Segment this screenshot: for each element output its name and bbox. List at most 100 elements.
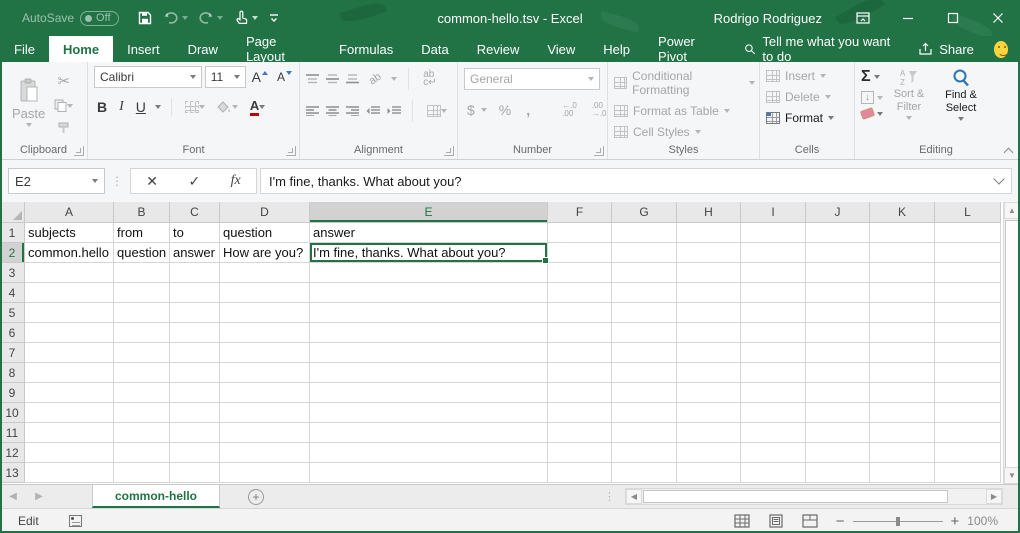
horizontal-scrollbar[interactable]: ◀ ▶ — [625, 488, 1003, 505]
cell-D9[interactable] — [220, 383, 310, 403]
feedback-smiley-icon[interactable] — [994, 41, 1008, 58]
cell-C12[interactable] — [170, 443, 220, 463]
cell-K2[interactable] — [870, 243, 935, 263]
enter-entry-button[interactable]: ✓ — [188, 173, 200, 190]
cell-E6[interactable] — [310, 323, 548, 343]
name-box-dropdown-icon[interactable] — [92, 179, 98, 183]
cell-D10[interactable] — [220, 403, 310, 423]
clear-button[interactable] — [861, 109, 883, 118]
paste-dropdown-icon[interactable] — [26, 123, 32, 127]
cell-K11[interactable] — [870, 423, 935, 443]
cell-J2[interactable] — [806, 243, 870, 263]
cell-H4[interactable] — [677, 283, 741, 303]
copy-button[interactable] — [51, 97, 76, 114]
wrap-text-button[interactable]: abc↵ — [420, 69, 439, 89]
name-box[interactable]: E2 — [8, 168, 105, 194]
row-header-8[interactable]: 8 — [0, 363, 25, 383]
cell-J11[interactable] — [806, 423, 870, 443]
sheet-nav-left-icon[interactable]: ◀ — [0, 485, 26, 508]
cell-D5[interactable] — [220, 303, 310, 323]
cell-H2[interactable] — [677, 243, 741, 263]
column-header-C[interactable]: C — [170, 202, 220, 223]
font-name-combo[interactable]: Calibri — [94, 66, 202, 88]
expand-formula-bar-icon[interactable] — [993, 173, 1004, 184]
cell-L4[interactable] — [935, 283, 1001, 303]
cell-E9[interactable] — [310, 383, 548, 403]
zoom-slider-handle[interactable] — [896, 517, 900, 526]
user-account[interactable]: Rodrigo Rodriguez — [714, 11, 822, 26]
cell-G10[interactable] — [612, 403, 677, 423]
cell-J7[interactable] — [806, 343, 870, 363]
cell-A6[interactable] — [25, 323, 114, 343]
cell-L8[interactable] — [935, 363, 1001, 383]
cell-F4[interactable] — [548, 283, 612, 303]
cell-J8[interactable] — [806, 363, 870, 383]
row-header-13[interactable]: 13 — [0, 463, 25, 483]
cell-K12[interactable] — [870, 443, 935, 463]
cell-I7[interactable] — [741, 343, 806, 363]
decrease-decimal-button[interactable]: .00→.0 — [589, 100, 610, 120]
cell-I10[interactable] — [741, 403, 806, 423]
cell-I4[interactable] — [741, 283, 806, 303]
orientation-button[interactable]: ab — [363, 67, 387, 91]
cell-B4[interactable] — [114, 283, 170, 303]
cell-D7[interactable] — [220, 343, 310, 363]
cell-B5[interactable] — [114, 303, 170, 323]
cell-C5[interactable] — [170, 303, 220, 323]
cell-L12[interactable] — [935, 443, 1001, 463]
column-header-L[interactable]: L — [935, 202, 1001, 223]
column-header-B[interactable]: B — [114, 202, 170, 223]
cell-D8[interactable] — [220, 363, 310, 383]
cell-B11[interactable] — [114, 423, 170, 443]
percent-style-button[interactable]: % — [496, 100, 514, 120]
minimize-button[interactable] — [885, 0, 930, 36]
scroll-right-button[interactable]: ▶ — [986, 489, 1002, 504]
number-format-combo[interactable]: General — [464, 68, 600, 90]
tab-power-pivot[interactable]: Power Pivot — [644, 36, 734, 62]
cell-L5[interactable] — [935, 303, 1001, 323]
cell-K3[interactable] — [870, 263, 935, 283]
cell-B12[interactable] — [114, 443, 170, 463]
tab-view[interactable]: View — [533, 36, 589, 62]
cell-A9[interactable] — [25, 383, 114, 403]
accounting-format-button[interactable]: $ — [464, 100, 478, 120]
collapse-ribbon-button[interactable] — [1005, 146, 1014, 155]
cell-G5[interactable] — [612, 303, 677, 323]
cell-I2[interactable] — [741, 243, 806, 263]
cell-B7[interactable] — [114, 343, 170, 363]
cell-I3[interactable] — [741, 263, 806, 283]
cell-A11[interactable] — [25, 423, 114, 443]
cell-H6[interactable] — [677, 323, 741, 343]
column-header-A[interactable]: A — [25, 202, 114, 223]
tab-help[interactable]: Help — [589, 36, 644, 62]
cell-G13[interactable] — [612, 463, 677, 483]
cell-K7[interactable] — [870, 343, 935, 363]
cell-B6[interactable] — [114, 323, 170, 343]
row-header-1[interactable]: 1 — [0, 223, 25, 243]
cell-A3[interactable] — [25, 263, 114, 283]
font-color-button[interactable]: A — [247, 96, 268, 118]
cell-D12[interactable] — [220, 443, 310, 463]
cell-C1[interactable]: to — [170, 223, 220, 243]
cell-H5[interactable] — [677, 303, 741, 323]
alignment-dialog-launcher-icon[interactable] — [444, 146, 454, 156]
cell-I5[interactable] — [741, 303, 806, 323]
cell-C11[interactable] — [170, 423, 220, 443]
cell-F1[interactable] — [548, 223, 612, 243]
cell-K5[interactable] — [870, 303, 935, 323]
increase-decimal-button[interactable]: ←.0.00 — [559, 100, 580, 120]
column-header-E[interactable]: E — [310, 202, 548, 223]
cell-J5[interactable] — [806, 303, 870, 323]
redo-button[interactable] — [194, 7, 227, 29]
cell-G12[interactable] — [612, 443, 677, 463]
cell-A7[interactable] — [25, 343, 114, 363]
insert-function-button[interactable]: fx — [231, 173, 241, 189]
cell-K8[interactable] — [870, 363, 935, 383]
fill-button[interactable]: ↓ — [861, 91, 883, 104]
cell-F7[interactable] — [548, 343, 612, 363]
cell-E13[interactable] — [310, 463, 548, 483]
normal-view-button[interactable] — [734, 514, 750, 528]
decrease-font-size-button[interactable]: A — [274, 68, 295, 86]
insert-cells-button[interactable]: Insert — [766, 69, 850, 83]
undo-dropdown-icon[interactable] — [182, 16, 188, 20]
